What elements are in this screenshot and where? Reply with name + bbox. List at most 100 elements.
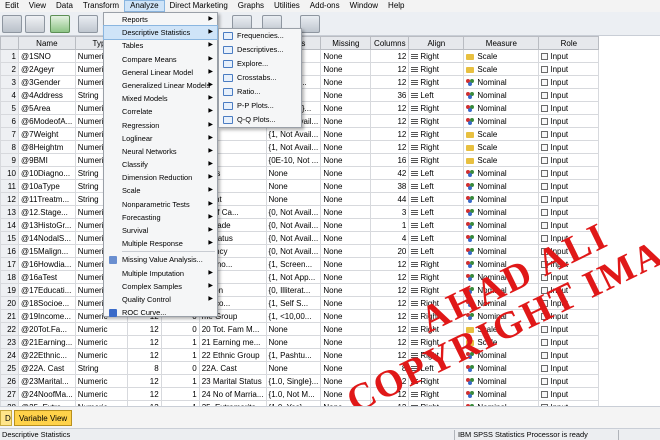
cell-role[interactable]: Input (538, 153, 600, 167)
cell-measure[interactable]: Nominal (463, 257, 540, 271)
cell-role[interactable]: Input (538, 335, 600, 349)
cell-label[interactable]: 23 Marital Status (198, 374, 267, 388)
cell-missing[interactable]: None (320, 361, 372, 375)
cell-missing[interactable]: None (320, 88, 372, 102)
cell-measure[interactable]: Nominal (463, 88, 540, 102)
cell-values[interactable]: None (265, 179, 322, 193)
cell-role[interactable]: Input (538, 62, 600, 76)
cell-columns[interactable]: 12 (370, 75, 410, 89)
cell-missing[interactable]: None (320, 296, 372, 310)
cell-values[interactable]: None (265, 361, 322, 375)
analyze-menu-item-descriptive-statistics[interactable]: Descriptive Statistics ▶ (103, 25, 218, 41)
cell-name[interactable]: @8Heightm (18, 140, 76, 154)
cell-missing[interactable]: None (320, 218, 372, 232)
submenu-item-explore[interactable]: Explore... (219, 57, 301, 71)
cell-missing[interactable]: None (320, 231, 372, 245)
cell-align[interactable]: Left (408, 179, 465, 193)
table-row[interactable]: 12@11Treatm...String440tmentNoneNone44Le… (0, 192, 600, 206)
cell-measure[interactable]: Nominal (463, 205, 540, 219)
analyze-menu-item-multiple-imputation[interactable]: Multiple Imputation ▶ (104, 267, 217, 280)
cell-align[interactable]: Right (408, 374, 465, 388)
print-icon[interactable] (25, 15, 45, 33)
cell-name[interactable]: @13HistoGr... (18, 218, 76, 232)
cell-missing[interactable]: None (320, 257, 372, 271)
cell-columns[interactable]: 12 (370, 49, 410, 63)
cell-align[interactable]: Right (408, 348, 465, 362)
cell-columns[interactable]: 12 (370, 283, 410, 297)
cell-align[interactable]: Left (408, 205, 465, 219)
cell-align[interactable]: Left (408, 88, 465, 102)
cell-name[interactable]: @20Tot.Fa... (18, 322, 76, 336)
cell-measure[interactable]: Nominal (463, 348, 540, 362)
cell-label[interactable]: 21 Earning me... (198, 335, 267, 349)
cell-type[interactable]: Numeric (74, 322, 128, 336)
cell-values[interactable]: {1.0, Not M... (265, 387, 322, 401)
table-row[interactable]: 20@18Socioe...Numeric120oeeco...{1, Self… (0, 296, 600, 310)
cell-align[interactable]: Left (408, 166, 465, 180)
cell-measure[interactable]: Nominal (463, 244, 540, 258)
cell-values[interactable]: {1, <10,00... (265, 309, 322, 323)
cell-columns[interactable]: 38 (370, 179, 410, 193)
cell-decimals[interactable]: 1 (160, 387, 200, 401)
cell-missing[interactable]: None (320, 179, 372, 193)
menu-transform[interactable]: Transform (78, 0, 124, 12)
menu-analyze[interactable]: Analyze (124, 0, 165, 12)
cell-values[interactable]: {1, Screen... (265, 257, 322, 271)
cell-role[interactable]: Input (538, 166, 600, 180)
cell-missing[interactable]: None (320, 101, 372, 115)
cell-label[interactable]: 20 Tot. Fam M... (198, 322, 267, 336)
cell-columns[interactable]: 20 (370, 244, 410, 258)
cell-columns[interactable]: 1 (370, 218, 410, 232)
analyze-menu-item-classify[interactable]: Classify ▶ (104, 158, 217, 171)
cell-align[interactable]: Right (408, 62, 465, 76)
menu-graphs[interactable]: Graphs (233, 0, 269, 12)
cell-columns[interactable]: 12 (370, 270, 410, 284)
cell-label[interactable]: 22 Ethnic Group (198, 348, 267, 362)
menu-add-ons[interactable]: Add-ons (305, 0, 345, 12)
table-row[interactable]: 13@12.Stage...Numeric30ge of Ca...{0, No… (0, 205, 600, 219)
cell-name[interactable]: @11Treatm... (18, 192, 76, 206)
cell-missing[interactable]: None (320, 322, 372, 336)
cell-values[interactable]: None (265, 322, 322, 336)
cell-missing[interactable]: None (320, 374, 372, 388)
cell-measure[interactable]: Nominal (463, 231, 540, 245)
table-row[interactable]: 27 @24NoofMa... Numeric 12 1 24 No of Marria.… (0, 387, 600, 401)
cell-name[interactable]: @4Address (18, 88, 76, 102)
cell-missing[interactable]: None (320, 309, 372, 323)
insert-variable-icon[interactable] (300, 15, 320, 33)
cell-type[interactable]: Numeric (74, 374, 128, 388)
table-row[interactable]: 7@7WeightNumeric120{1, Not Avail...None1… (0, 127, 600, 141)
cell-values[interactable]: {1, Self S... (265, 296, 322, 310)
cell-columns[interactable]: 12 (370, 322, 410, 336)
cell-measure[interactable]: Nominal (463, 296, 540, 310)
cell-type[interactable]: String (74, 361, 128, 375)
cell-name[interactable]: @3Gender (18, 75, 76, 89)
cell-missing[interactable]: None (320, 244, 372, 258)
cell-name[interactable]: @10aType (18, 179, 76, 193)
cell-measure[interactable]: Nominal (463, 309, 540, 323)
submenu-item-descriptives[interactable]: Descriptives... (219, 43, 301, 57)
cell-align[interactable]: Right (408, 114, 465, 128)
cell-name[interactable]: @2Ageyr (18, 62, 76, 76)
cell-missing[interactable]: None (320, 166, 372, 180)
cell-name[interactable]: @17Educati... (18, 283, 76, 297)
cell-missing[interactable]: None (320, 127, 372, 141)
cell-width[interactable]: 8 (126, 361, 162, 375)
cell-missing[interactable]: None (320, 153, 372, 167)
table-row[interactable]: 11@10aTypeString380beNoneNone38LeftNomin… (0, 179, 600, 193)
cell-columns[interactable]: 12 (370, 348, 410, 362)
cell-name[interactable]: @5Area (18, 101, 76, 115)
cell-measure[interactable]: Scale (463, 49, 540, 63)
cell-role[interactable]: Input (538, 88, 600, 102)
submenu-item-p-p-plots[interactable]: P-P Plots... (219, 99, 301, 113)
column-header-row-number[interactable] (0, 36, 19, 50)
analyze-menu-item-reports[interactable]: Reports ▶ (104, 13, 217, 26)
cell-type[interactable]: Numeric (74, 387, 128, 401)
cell-values[interactable]: {1, Not App... (265, 270, 322, 284)
cell-name[interactable]: @23Marital... (18, 374, 76, 388)
cell-measure[interactable]: Nominal (463, 166, 540, 180)
cell-align[interactable]: Left (408, 244, 465, 258)
cell-role[interactable]: Input (538, 257, 600, 271)
menu-direct-marketing[interactable]: Direct Marketing (165, 0, 233, 12)
cell-values[interactable]: {1.0, Single}... (265, 374, 322, 388)
